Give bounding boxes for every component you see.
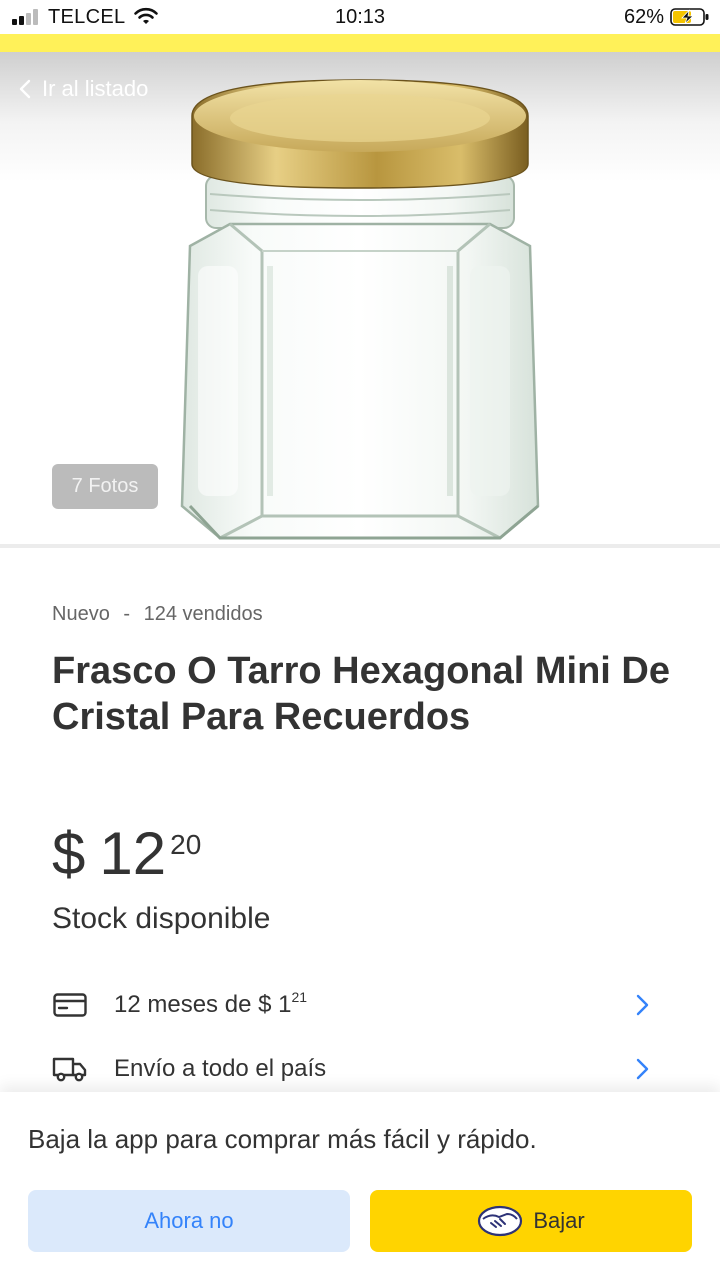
price-whole: 12 (99, 820, 167, 887)
product-title: Frasco O Tarro Hexagonal Mini De Cristal… (52, 650, 671, 738)
handshake-logo-icon (478, 1205, 523, 1237)
chevron-left-icon (19, 79, 31, 99)
gallery-divider (0, 544, 720, 548)
chevron-right-icon (636, 994, 649, 1016)
installments-text: 12 meses de $ 121 (114, 989, 632, 1019)
chevron-right-icon (636, 1058, 649, 1080)
sold-count: 124 vendidos (143, 603, 263, 625)
product-image[interactable] (170, 76, 550, 546)
condition-label: Nuevo (52, 603, 110, 625)
app-download-banner: Baja la app para comprar más fácil y ráp… (0, 1092, 720, 1280)
installments-label: 12 meses de $ 1 (114, 991, 292, 1018)
back-link-label: Ir al listado (42, 76, 149, 101)
not-now-button[interactable]: Ahora no (28, 1190, 350, 1252)
battery-percent: 62% (623, 6, 664, 28)
condition-separator: - (123, 603, 131, 625)
back-to-list-link[interactable]: Ir al listado (18, 76, 148, 102)
photo-count-badge[interactable]: 7 Fotos (52, 464, 158, 509)
clock: 10:13 (334, 6, 386, 28)
app-banner-message: Baja la app para comprar más fácil y ráp… (28, 1124, 537, 1154)
stock-status: Stock disponible (52, 902, 271, 935)
battery-charging-icon (670, 8, 709, 26)
price-currency: $ (52, 820, 86, 887)
product-price: $ 12 20 (52, 818, 201, 890)
truck-icon (52, 1054, 88, 1084)
shipping-text: Envío a todo el país (114, 1055, 327, 1082)
condition-line: Nuevo - 124 vendidos (52, 603, 263, 626)
price-cents: 20 (170, 829, 202, 860)
header-accent-strip (0, 34, 720, 52)
shipping-row[interactable]: Envío a todo el país (52, 1046, 652, 1092)
download-app-button[interactable]: Bajar (370, 1190, 692, 1252)
product-gallery[interactable]: Ir al listado 7 Fotos (0, 52, 720, 546)
download-button-label: Bajar (533, 1208, 585, 1233)
installments-row[interactable]: 12 meses de $ 121 (52, 982, 652, 1028)
installments-cents: 21 (291, 989, 308, 1005)
status-bar: TELCEL 10:13 62% (0, 0, 720, 34)
credit-card-icon (52, 990, 88, 1020)
